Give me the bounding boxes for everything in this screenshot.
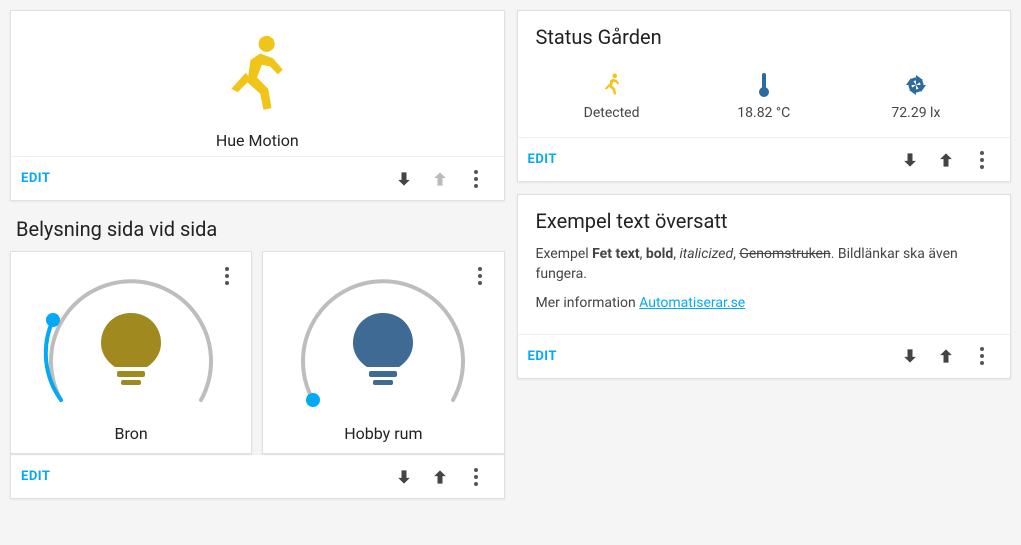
example-link[interactable]: Automatiserar.se xyxy=(639,295,745,311)
more-menu-button[interactable] xyxy=(964,338,1000,374)
arrow-down-icon xyxy=(900,150,920,170)
move-down-button[interactable] xyxy=(386,161,422,197)
running-person-icon xyxy=(601,72,623,98)
example-card-footer: EDIT xyxy=(518,334,1011,378)
example-card-title: Exempel text översatt xyxy=(536,209,993,233)
arrow-up-icon xyxy=(430,467,450,487)
bold-text: Fet text xyxy=(592,246,639,262)
dots-vertical-icon xyxy=(980,347,984,365)
strike-text: Genomstruken xyxy=(739,246,830,262)
status-card-title: Status Gården xyxy=(536,25,993,49)
example-more-info: Mer information Automatiserar.se xyxy=(536,294,993,314)
status-item-temperature: 18.82 °C xyxy=(688,71,840,121)
bold-text: bold xyxy=(646,246,673,262)
more-menu-button[interactable] xyxy=(458,459,494,495)
arrow-down-icon xyxy=(900,346,920,366)
move-down-button[interactable] xyxy=(892,142,928,178)
motion-card-body: Hue Motion xyxy=(11,11,504,156)
thermometer-icon xyxy=(757,72,771,98)
move-down-button[interactable] xyxy=(386,459,422,495)
move-up-button-disabled xyxy=(422,161,458,197)
edit-button[interactable]: EDIT xyxy=(528,349,557,364)
arrow-up-icon xyxy=(936,346,956,366)
brightness-dial[interactable] xyxy=(36,260,226,420)
arrow-up-icon xyxy=(936,150,956,170)
example-paragraph: Exempel Fet text, bold, italicized, Geno… xyxy=(536,245,993,284)
dots-vertical-icon xyxy=(474,170,478,188)
text-segment: Exempel xyxy=(536,246,593,262)
motion-card-footer: EDIT xyxy=(11,156,504,200)
more-menu-button[interactable] xyxy=(964,142,1000,178)
arrow-up-icon xyxy=(430,169,450,189)
move-down-button[interactable] xyxy=(892,338,928,374)
light-name: Hobby rum xyxy=(273,424,493,443)
light-name: Bron xyxy=(21,424,241,443)
lights-section-title: Belysning sida vid sida xyxy=(10,213,505,241)
move-up-button[interactable] xyxy=(928,142,964,178)
dots-vertical-icon xyxy=(474,468,478,486)
edit-button[interactable]: EDIT xyxy=(21,171,50,186)
status-label: 18.82 °C xyxy=(688,105,840,121)
motion-caption: Hue Motion xyxy=(11,131,504,150)
status-label: Detected xyxy=(536,105,688,121)
status-item-motion: Detected xyxy=(536,71,688,121)
light-card-bron: Bron xyxy=(10,251,252,454)
status-card: Status Gården Detecte xyxy=(517,10,1012,182)
light-card-hobbyrum: Hobby rum xyxy=(262,251,504,454)
lights-section: Belysning sida vid sida xyxy=(10,213,505,499)
example-card: Exempel text översatt Exempel Fet text, … xyxy=(517,194,1012,379)
move-up-button[interactable] xyxy=(928,338,964,374)
more-menu-button[interactable] xyxy=(458,161,494,197)
dots-vertical-icon xyxy=(980,151,984,169)
motion-card: Hue Motion EDIT xyxy=(10,10,505,201)
text-segment: Mer information xyxy=(536,295,640,311)
arrow-down-icon xyxy=(394,467,414,487)
lights-footer: EDIT xyxy=(11,454,504,498)
arrow-down-icon xyxy=(394,169,414,189)
move-up-button[interactable] xyxy=(422,459,458,495)
status-label: 72.29 lx xyxy=(840,105,992,121)
status-card-footer: EDIT xyxy=(518,137,1011,181)
brightness-icon xyxy=(903,72,929,98)
status-item-lux: 72.29 lx xyxy=(840,71,992,121)
italic-text: italicized xyxy=(679,246,733,262)
brightness-dial[interactable] xyxy=(288,260,478,420)
edit-button[interactable]: EDIT xyxy=(528,152,557,167)
edit-button[interactable]: EDIT xyxy=(21,469,50,484)
running-person-icon xyxy=(217,31,297,121)
